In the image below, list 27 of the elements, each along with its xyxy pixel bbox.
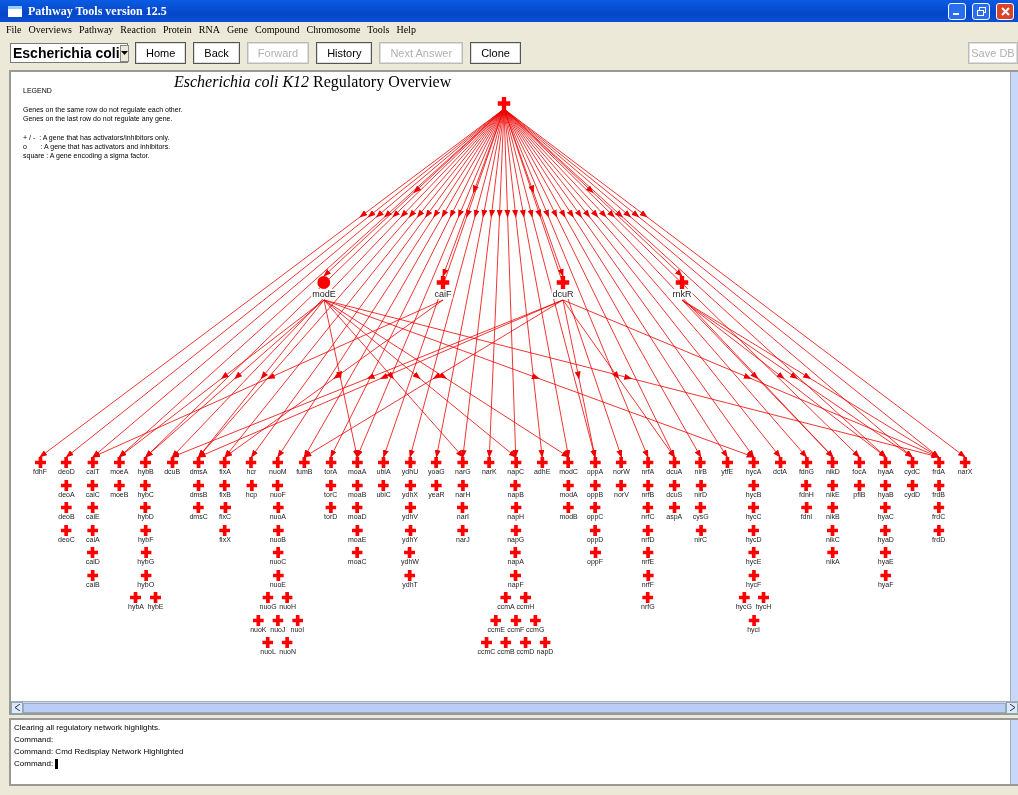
gene-label: dcuR (551, 289, 575, 299)
menu-item[interactable]: Compound (255, 23, 300, 35)
menu-item[interactable]: Gene (226, 23, 248, 35)
menu-item[interactable]: Protein (162, 23, 192, 35)
menu-item[interactable]: Tools (367, 23, 390, 35)
menu-item[interactable]: Pathway (78, 23, 114, 35)
gene-label: caiF (433, 289, 453, 299)
console-line: Command: (14, 758, 54, 770)
toolbar-button[interactable]: Clone (470, 42, 521, 64)
organism-dropdown[interactable]: Escherichia coli (10, 43, 128, 63)
toolbar-button[interactable]: History (316, 42, 373, 64)
toolbar-button[interactable]: Home (135, 42, 187, 64)
window-title: Pathway Tools version 12.5 (28, 3, 168, 19)
menu-item[interactable]: Reaction (120, 23, 156, 35)
console-line: Command: Cmd Redisplay Network Highlighted (14, 746, 184, 758)
console-line: Command: (14, 734, 54, 746)
overview-title: Escherichia coli K12 Regulatory Overview (174, 73, 452, 91)
console-line: Clearing all regulatory network highlights. (14, 722, 161, 734)
menu-item[interactable]: File (6, 23, 22, 35)
menu-item[interactable]: RNA (198, 23, 220, 35)
menu-item[interactable]: Help (396, 23, 416, 35)
toolbar-button[interactable]: Back (193, 42, 240, 64)
gene-label: modE (311, 289, 337, 299)
gene-label: rnkR (671, 289, 693, 299)
menu-item[interactable]: Chromosome (306, 23, 361, 35)
menu-item[interactable]: Overviews (28, 23, 72, 35)
command-console[interactable]: Clearing all regulatory network highlights. Command: Command: Cmd Redisplay Network Highlighted Command: (9, 718, 1018, 786)
